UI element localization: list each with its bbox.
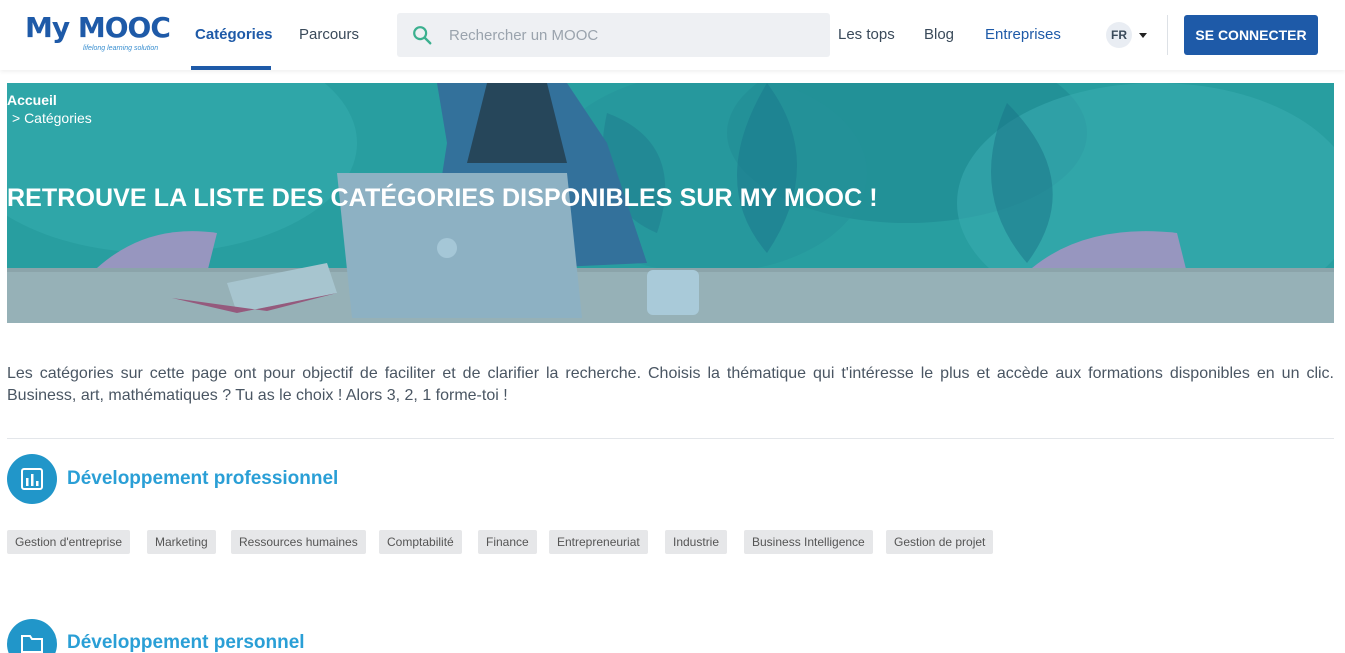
caret-down-icon — [1139, 33, 1147, 38]
connect-button[interactable]: SE CONNECTER — [1184, 15, 1318, 55]
my-mooc-logo[interactable]: My MOOC lifelong learning solution — [25, 11, 171, 56]
breadcrumb: Accueil > Catégories — [7, 92, 92, 126]
nav-entreprises[interactable]: Entreprises — [985, 26, 1061, 43]
tag-comptabilite[interactable]: Comptabilité — [379, 530, 462, 554]
category-title-personal[interactable]: Développement personnel — [67, 632, 305, 653]
breadcrumb-home[interactable]: Accueil — [7, 92, 92, 108]
hero-banner: Accueil > Catégories RETROUVE LA LISTE D… — [7, 83, 1334, 323]
page-title: RETROUVE LA LISTE DES CATÉGORIES DISPONI… — [7, 184, 878, 212]
search-input[interactable] — [449, 13, 819, 57]
search-bar — [397, 13, 830, 57]
breadcrumb-current: > Catégories — [12, 110, 92, 126]
nav-active-indicator — [191, 66, 271, 70]
folder-icon — [7, 619, 57, 653]
header-divider — [1167, 15, 1168, 55]
language-selector[interactable]: FR — [1106, 22, 1154, 48]
tag-business-intelligence[interactable]: Business Intelligence — [744, 530, 873, 554]
tag-finance[interactable]: Finance — [478, 530, 537, 554]
nav-les-tops[interactable]: Les tops — [838, 26, 895, 43]
logo-text: My MOOC — [25, 11, 171, 44]
nav-blog[interactable]: Blog — [924, 26, 954, 43]
tag-ressources-humaines[interactable]: Ressources humaines — [231, 530, 366, 554]
tag-gestion-entreprise[interactable]: Gestion d'entreprise — [7, 530, 131, 554]
tag-gestion-de-projet[interactable]: Gestion de projet — [886, 530, 994, 554]
intro-text: Les catégories sur cette page ont pour o… — [7, 365, 1334, 404]
bar-chart-icon — [7, 454, 57, 504]
nav-categories[interactable]: Catégories — [195, 26, 273, 43]
nav-parcours[interactable]: Parcours — [299, 26, 359, 43]
section-divider — [7, 438, 1334, 439]
language-code: FR — [1106, 22, 1132, 48]
logo-tagline: lifelong learning solution — [83, 45, 159, 52]
site-header: My MOOC lifelong learning solution Catég… — [0, 0, 1345, 70]
tag-industrie[interactable]: Industrie — [665, 530, 728, 554]
tag-entrepreneuriat[interactable]: Entrepreneuriat — [549, 530, 648, 554]
tag-marketing[interactable]: Marketing — [147, 530, 216, 554]
search-icon[interactable] — [411, 24, 433, 46]
category-title-professional[interactable]: Développement professionnel — [67, 468, 338, 490]
